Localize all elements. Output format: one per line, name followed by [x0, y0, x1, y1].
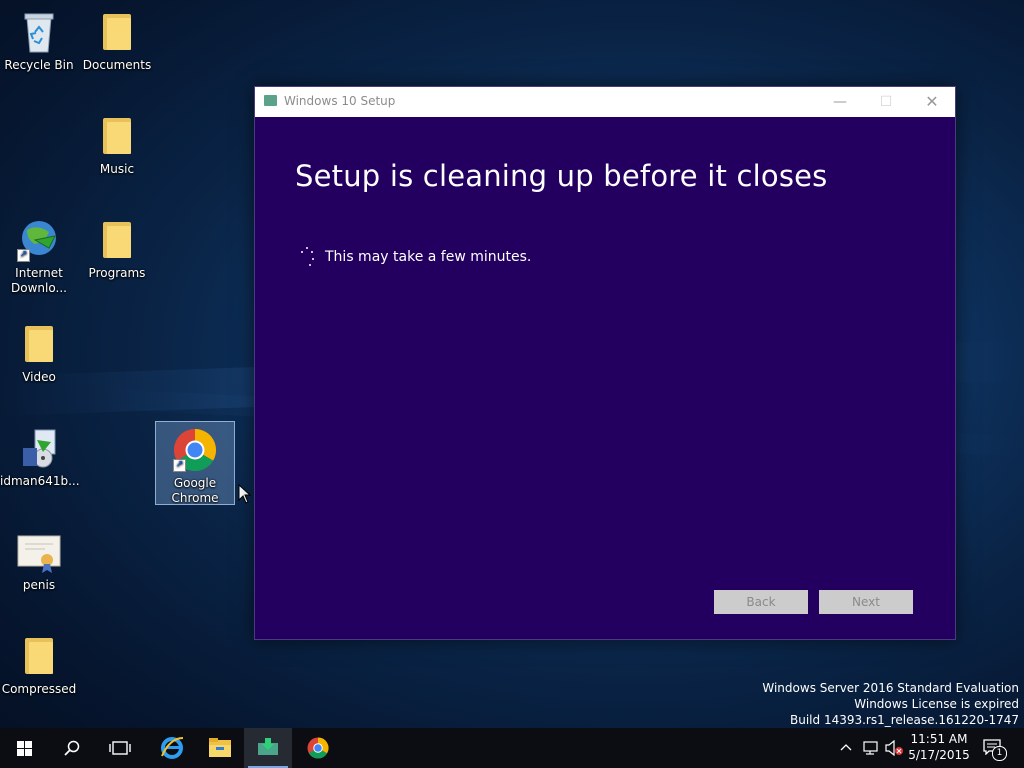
network-icon[interactable] [862, 740, 880, 756]
search-icon [64, 740, 80, 756]
desktop-icon-programs[interactable]: Programs [78, 212, 156, 281]
maximize-button[interactable]: ☐ [863, 87, 909, 117]
internet-download-manager-icon: ↗ [15, 216, 63, 264]
desktop-icon-recycle-bin[interactable]: Recycle Bin [0, 4, 78, 73]
notification-count-badge: 1 [992, 746, 1007, 761]
file-explorer-icon [209, 738, 231, 757]
desktop-icon-label: Music [99, 162, 135, 176]
desktop-icon-label: Programs [88, 266, 146, 280]
desktop-icon-label: penis [22, 578, 56, 592]
windows-logo-icon [17, 741, 32, 756]
windows-setup-icon [264, 95, 277, 106]
folder-icon [15, 632, 63, 680]
taskbar-file-explorer[interactable] [196, 728, 244, 768]
watermark-edition: Windows Server 2016 Standard Evaluation [762, 681, 1019, 695]
installer-icon [15, 424, 63, 472]
desktop-icon-label: Internet Downlo... [11, 266, 67, 295]
back-button[interactable]: Back [714, 590, 808, 614]
desktop-icon-label: Documents [82, 58, 152, 72]
desktop-icon-label: Compressed [1, 682, 77, 696]
desktop-icon-label: Video [22, 370, 56, 384]
folder-icon [15, 320, 63, 368]
next-button[interactable]: Next [819, 590, 913, 614]
desktop-icon-penis[interactable]: penis [0, 524, 78, 593]
desktop-icon-idman-installer[interactable]: idman641b... [0, 420, 80, 489]
watermark-license: Windows License is expired [854, 697, 1019, 711]
folder-icon [93, 8, 141, 56]
windows-setup-icon [258, 738, 278, 755]
window-titlebar[interactable]: Windows 10 Setup — ☐ ✕ [255, 87, 955, 117]
close-button[interactable]: ✕ [909, 87, 955, 117]
search-button[interactable] [48, 728, 96, 768]
setup-window: Windows 10 Setup — ☐ ✕ Setup is cleaning… [254, 86, 956, 640]
mouse-cursor-icon [238, 484, 252, 504]
chrome-icon [307, 737, 329, 759]
start-button[interactable] [0, 728, 48, 768]
clock-time: 11:51 AM [910, 732, 968, 746]
speaker-muted-icon[interactable] [884, 740, 904, 756]
desktop-icon-label: Google Chrome [171, 476, 219, 505]
page-title: Setup is cleaning up before it closes [295, 159, 828, 193]
clock-date: 5/17/2015 [908, 748, 970, 762]
task-view-button[interactable] [96, 728, 144, 768]
desktop-icon-label: Recycle Bin [4, 58, 74, 72]
system-clock[interactable]: 11:51 AM 5/17/2015 [905, 731, 973, 763]
folder-icon [93, 216, 141, 264]
desktop-icon-documents[interactable]: Documents [78, 4, 156, 73]
taskbar-google-chrome[interactable] [294, 728, 342, 768]
desktop-icon-google-chrome[interactable]: ↗ Google Chrome [155, 421, 235, 505]
desktop-icon-video[interactable]: Video [0, 316, 78, 385]
window-title: Windows 10 Setup [284, 94, 396, 108]
internet-explorer-icon [161, 737, 184, 759]
desktop-icon-label: idman641b... [0, 474, 80, 488]
certificate-icon [15, 528, 63, 576]
watermark-build: Build 14393.rs1_release.161220-1747 [790, 713, 1019, 727]
folder-icon [93, 112, 141, 160]
action-center-button[interactable]: 1 [980, 736, 1008, 762]
status-message: This may take a few minutes. [325, 249, 532, 265]
taskbar-internet-explorer[interactable] [148, 728, 196, 768]
recycle-bin-icon [15, 8, 63, 56]
minimize-button[interactable]: — [817, 87, 863, 117]
desktop-icon-internet-download-manager[interactable]: ↗ Internet Downlo... [0, 212, 78, 296]
chrome-icon: ↗ [171, 426, 219, 474]
desktop-watermark: Windows Server 2016 Standard Evaluation … [762, 680, 1019, 728]
desktop-icon-music[interactable]: Music [78, 108, 156, 177]
desktop-icon-compressed[interactable]: Compressed [0, 628, 78, 697]
chevron-up-icon[interactable] [840, 742, 852, 752]
taskbar-windows-setup[interactable] [244, 728, 292, 768]
loading-spinner-icon [299, 247, 315, 267]
task-view-icon [109, 741, 131, 755]
taskbar: 11:51 AM 5/17/2015 1 [0, 728, 1024, 768]
